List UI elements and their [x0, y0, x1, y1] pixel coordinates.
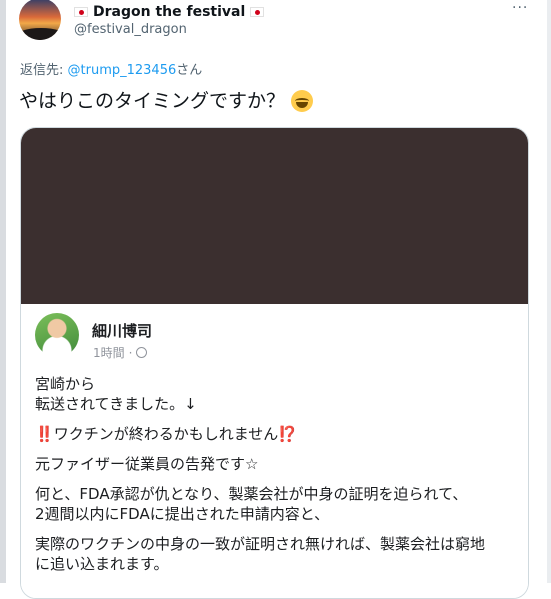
right-border [547, 0, 551, 583]
fb-post-body: 宮崎から 転送されてきました。↓ ‼️ワクチンが終わるかもしれません⁉️ 元ファ… [35, 374, 525, 584]
fb-warning-text: ワクチンが終わるかもしれません [53, 425, 279, 443]
double-exclamation-icon: ‼️ [35, 425, 54, 443]
fb-line-4: 元ファイザー従業員の告発です☆ [35, 455, 259, 473]
more-options-icon[interactable]: ··· [512, 0, 528, 16]
reply-handle-link[interactable]: @trump_123456 [68, 63, 177, 78]
attached-image[interactable]: 細川博司 1時間 · 宮崎から 転送されてきました。↓ ‼️ワクチンが終わるかも… [20, 127, 529, 599]
interrobang-icon: ⁉️ [278, 425, 297, 443]
fb-line-7: 実際のワクチンの中身の一致が証明され無ければ、製薬会社は窮地 [35, 535, 486, 553]
user-handle[interactable]: @festival_dragon [74, 22, 187, 37]
fb-line-1: 宮崎から [35, 375, 96, 393]
name-row: Dragon the festival [74, 3, 265, 21]
dark-image-area [21, 128, 528, 304]
fb-line-5: 何と、FDA承認が仇となり、製薬会社が中身の証明を迫られて、 [35, 485, 468, 503]
japan-flag-icon [250, 7, 265, 17]
fb-separator: · [128, 345, 133, 360]
tears-of-joy-emoji-icon [291, 90, 314, 112]
tweet-text-content: やはりこのタイミングですか？ [19, 90, 286, 112]
fb-time: 1時間 [93, 346, 125, 360]
left-border [0, 0, 6, 583]
fb-avatar [35, 313, 79, 357]
display-name[interactable]: Dragon the festival [93, 3, 245, 21]
fb-author-name: 細川博司 [92, 322, 153, 340]
tweet-text: やはりこのタイミングですか？ [19, 88, 314, 114]
facebook-post-screenshot: 細川博司 1時間 · 宮崎から 転送されてきました。↓ ‼️ワクチンが終わるかも… [21, 304, 528, 598]
fb-line-6: 2週間以内にFDAに提出された申請内容と、 [35, 505, 330, 523]
reply-suffix: さん [176, 63, 203, 78]
japan-flag-icon [74, 7, 88, 17]
avatar-silhouette [19, 28, 61, 40]
user-avatar[interactable] [19, 0, 61, 40]
reply-prefix: 返信先: [20, 63, 68, 78]
fb-post-meta: 1時間 · [93, 344, 148, 361]
fb-line-8: に追い込まれます。 [35, 555, 169, 573]
fb-line-2: 転送されてきました。↓ [35, 395, 197, 413]
globe-icon [136, 347, 148, 358]
reply-to: 返信先: @trump_123456さん [20, 59, 202, 78]
